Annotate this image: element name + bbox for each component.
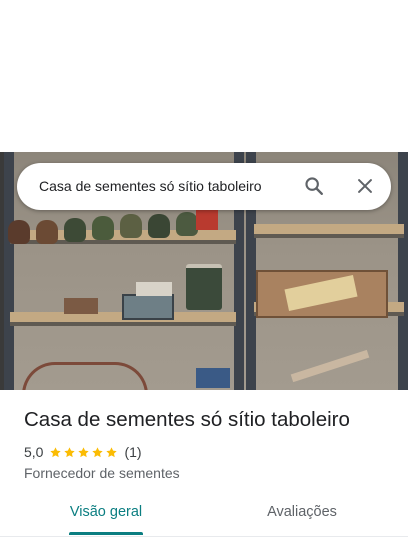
search-bar[interactable]: Casa de sementes só sítio taboleiro: [17, 163, 391, 210]
seed-bottle: [92, 216, 114, 240]
shelf-post: [398, 152, 408, 390]
pipe: [290, 349, 370, 383]
shelf: [254, 224, 404, 238]
seed-bottle: [8, 220, 30, 244]
paper-item: [136, 282, 172, 296]
red-box: [196, 210, 218, 230]
paint-can: [186, 264, 222, 310]
place-category[interactable]: Fornecedor de sementes: [24, 465, 180, 481]
review-count[interactable]: (1): [124, 444, 141, 460]
search-input[interactable]: Casa de sementes só sítio taboleiro: [39, 163, 262, 210]
star-icon: [78, 446, 90, 457]
map-blank-area: [0, 0, 408, 152]
seed-bottle: [148, 214, 170, 238]
plastic-tray: [122, 294, 174, 320]
blue-item: [196, 368, 230, 388]
star-icon: [64, 446, 76, 457]
shelf-post: [4, 152, 14, 390]
close-icon[interactable]: [354, 175, 376, 197]
rating-value: 5,0: [24, 444, 44, 460]
tab-selected-indicator: [69, 532, 143, 535]
star-icon: [50, 446, 62, 457]
seed-bottle: [176, 212, 198, 236]
rating-row: 5,0 (1): [24, 443, 142, 461]
search-icon[interactable]: [303, 175, 325, 197]
hose-coil: [22, 362, 148, 390]
seed-bottle: [120, 214, 142, 238]
tab-bar: Visão geral Avaliações: [0, 494, 408, 537]
tab-overview[interactable]: Visão geral: [46, 494, 166, 534]
seed-bottle: [64, 218, 86, 242]
tab-reviews[interactable]: Avaliações: [242, 494, 362, 534]
rating-stars: [49, 446, 119, 459]
seed-bottle: [36, 220, 58, 244]
bag-item: [64, 298, 98, 314]
star-icon: [92, 446, 104, 457]
place-title: Casa de sementes só sítio taboleiro: [24, 408, 350, 431]
star-icon: [106, 446, 118, 457]
